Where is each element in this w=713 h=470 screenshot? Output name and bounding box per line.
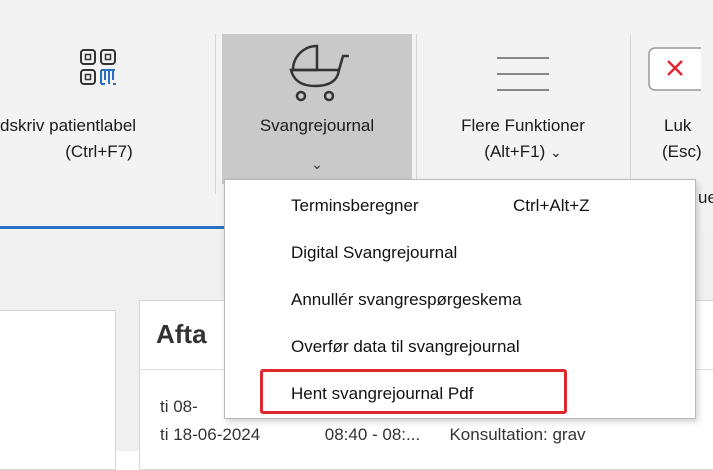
flere-shortcut-text: (Alt+F1) <box>484 142 546 161</box>
appointment-row[interactable]: ti 18-06-2024 08:40 - 08:... Konsultatio… <box>160 425 586 445</box>
appointment-text: Konsultation: grav <box>449 425 586 444</box>
luk-shortcut: (Esc) <box>662 142 702 161</box>
menu-item-shortcut: Ctrl+Alt+Z <box>513 196 590 215</box>
panel-title: Afta <box>156 319 207 349</box>
left-panel <box>0 310 116 470</box>
partial-ribbon-text: ue <box>698 188 713 207</box>
close-icon <box>647 46 710 99</box>
menu-item-digital-svangrejournal[interactable]: Digital Svangrejournal <box>291 243 457 263</box>
highlight-annotation <box>260 369 567 414</box>
menu-item-overfor-data[interactable]: Overfør data til svangrejournal <box>291 337 520 357</box>
flere-funktioner-label: Flere Funktioner <box>461 116 585 135</box>
chevron-down-icon: ⌄ <box>311 156 323 172</box>
menu-item-terminsberegner[interactable]: Terminsberegner <box>291 196 419 216</box>
ribbon-separator <box>630 34 631 194</box>
appointment-time: 08:40 - 08:... <box>324 425 421 444</box>
baby-carriage-icon <box>281 40 353 111</box>
ribbon-active-indicator <box>0 226 225 229</box>
chevron-down-icon: ⌄ <box>549 144 562 160</box>
appointment-date: ti 18-06-2024 <box>160 425 261 444</box>
flere-funktioner-shortcut: (Alt+F1) ⌄ <box>420 140 626 164</box>
print-patient-label-button[interactable]: dskriv patientlabel (Ctrl+F7) <box>0 34 206 184</box>
menu-item-annuller-svangresporgeskema[interactable]: Annullér svangrespørgeskema <box>291 290 522 310</box>
svangrejournal-label: Svangrejournal <box>259 116 375 135</box>
luk-button[interactable]: Luk (Esc) <box>632 34 713 184</box>
hamburger-menu-icon <box>493 52 553 103</box>
barcode-grid-icon <box>79 48 119 95</box>
flere-funktioner-button[interactable]: Flere Funktioner (Alt+F1) ⌄ <box>420 34 626 184</box>
ribbon-separator <box>416 34 417 194</box>
luk-label: Luk <box>664 116 692 135</box>
ribbon-separator <box>215 34 216 194</box>
svangrejournal-button[interactable]: Svangrejournal ⌄ <box>222 34 412 184</box>
print-label-text: dskriv patientlabel <box>0 116 137 135</box>
print-label-shortcut: (Ctrl+F7) <box>65 142 133 161</box>
